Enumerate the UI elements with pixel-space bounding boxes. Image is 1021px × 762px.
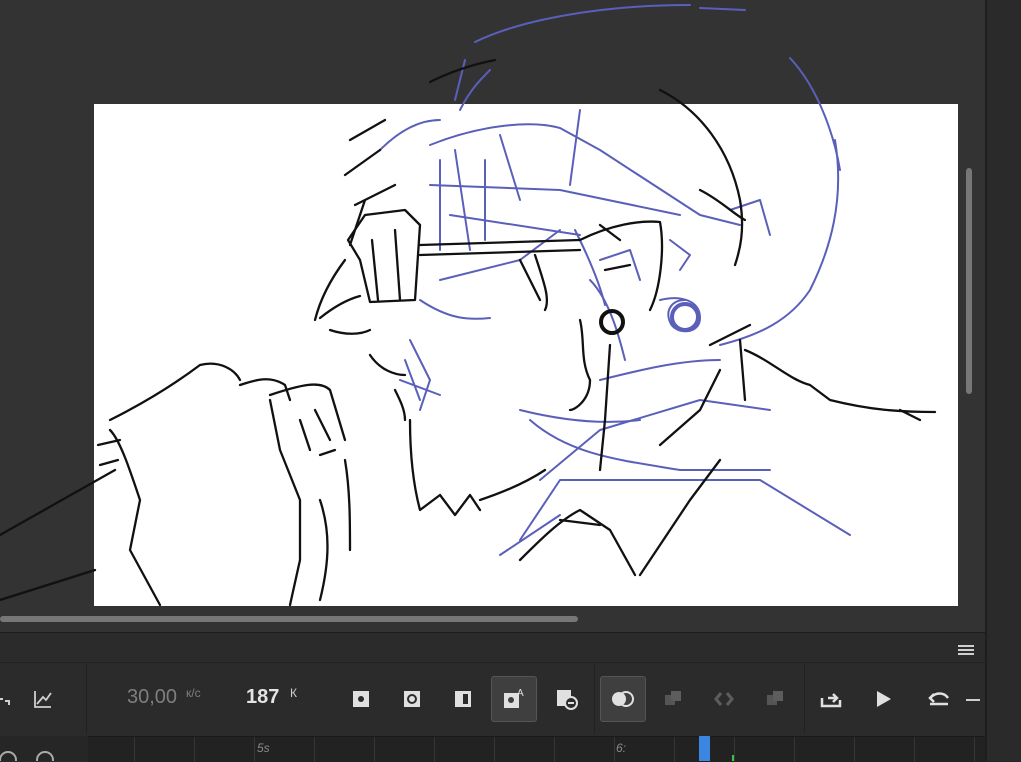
onion-outline-icon[interactable] [395, 682, 429, 716]
vertical-scrollbar[interactable] [966, 168, 972, 394]
onion-off-icon[interactable] [344, 682, 378, 716]
svg-text:A: A [517, 688, 524, 699]
ruler-label-5s: 5s [257, 741, 270, 755]
convert-icon [707, 682, 741, 716]
minus-icon[interactable] [966, 699, 980, 701]
fps-value[interactable]: 30,00 [127, 686, 177, 709]
ruler-label-6s: 6: [616, 741, 627, 755]
toolbar-divider [594, 664, 595, 734]
undo-icon[interactable] [922, 682, 956, 716]
sketch-drawing [0, 4, 937, 607]
horizontal-scrollbar[interactable] [0, 616, 578, 622]
fps-unit: к/с [186, 686, 201, 700]
go-end-icon[interactable] [815, 682, 849, 716]
panel-menu-icon[interactable] [958, 645, 974, 656]
layer-controls [0, 736, 88, 761]
loop-icon[interactable] [0, 682, 22, 716]
properties-panel-edge [985, 0, 1021, 761]
playhead[interactable] [699, 736, 710, 761]
onion-auto-icon[interactable]: A [491, 676, 537, 722]
play-icon[interactable] [866, 682, 900, 716]
toolbar-divider [804, 664, 805, 734]
timeline-ruler[interactable]: 5s 6: [88, 736, 985, 762]
playhead-marker [732, 755, 734, 761]
toolbar-divider [86, 664, 87, 734]
remove-frame-icon[interactable] [550, 682, 584, 716]
insert-keyframe-icon [758, 682, 792, 716]
current-frame-value[interactable]: 187 [246, 686, 279, 709]
current-frame-unit: К [290, 686, 297, 700]
onion-skin-icon[interactable] [600, 676, 646, 722]
graph-icon[interactable] [26, 682, 60, 716]
onion-half-icon[interactable] [446, 682, 480, 716]
insert-frame-icon [656, 682, 690, 716]
